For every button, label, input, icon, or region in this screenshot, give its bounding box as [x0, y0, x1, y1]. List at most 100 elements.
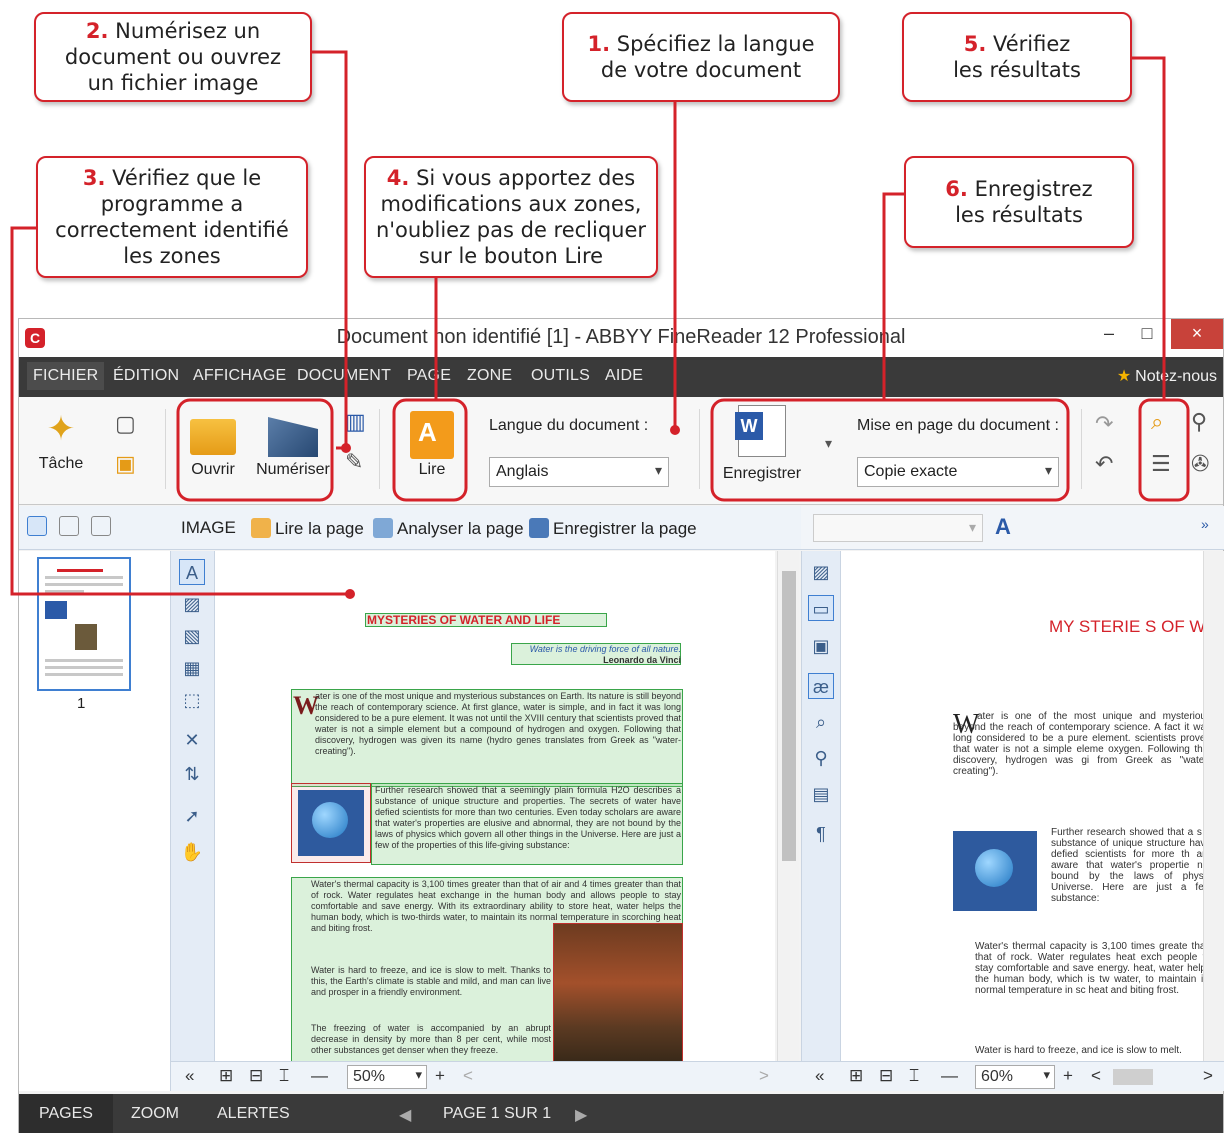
verify-icon[interactable]: ⌕: [808, 709, 834, 735]
scroll-right-button[interactable]: >: [759, 1066, 769, 1086]
page-thumbnail[interactable]: [37, 557, 131, 691]
maximize-button[interactable]: □: [1125, 319, 1169, 349]
menu-affichage[interactable]: AFFICHAGE: [193, 367, 286, 385]
horizontal-scroll-thumb[interactable]: [1113, 1069, 1153, 1085]
menu-zone[interactable]: ZONE: [467, 367, 512, 385]
barcode-zone-tool-icon[interactable]: ⬚: [179, 687, 205, 713]
open-button[interactable]: Ouvrir: [183, 413, 243, 479]
edit-image-icon[interactable]: ✎: [345, 449, 363, 475]
zoom-select[interactable]: 50% ▾: [347, 1065, 427, 1089]
callout-number: 3.: [82, 166, 106, 190]
fit-width-icon[interactable]: ⊟: [879, 1066, 893, 1086]
scroll-left-button[interactable]: <: [1091, 1066, 1101, 1086]
pointer-icon[interactable]: ➚: [179, 803, 205, 829]
scan-label: Numériser: [256, 461, 330, 478]
callout-text: Numérisez un: [115, 19, 261, 43]
scanner-settings-icon[interactable]: ▥: [345, 409, 366, 435]
layout-select[interactable]: Copie exacte ▾: [857, 457, 1059, 487]
image-view[interactable]: MYSTERIES OF WATER AND LIFE Water is the…: [215, 551, 775, 1061]
image-toolbar: IMAGE Lire la page Analyser la page Enre…: [19, 506, 801, 550]
language-select[interactable]: Anglais ▾: [489, 457, 669, 487]
waterfall-image[interactable]: [553, 923, 683, 1061]
text-scrollbar[interactable]: [1203, 551, 1224, 1061]
fit-height-icon[interactable]: ⌶: [909, 1066, 919, 1086]
close-button[interactable]: ×: [1171, 319, 1223, 349]
tab-pages[interactable]: PAGES: [19, 1094, 113, 1133]
menu-aide[interactable]: AIDE: [605, 367, 643, 385]
callout-text: un fichier image: [87, 71, 259, 95]
zoom-out-button[interactable]: —: [941, 1066, 958, 1086]
collapse-up-icon[interactable]: «: [815, 1066, 824, 1086]
bg-picture-tool-icon[interactable]: ▧: [179, 623, 205, 649]
zoom-select[interactable]: 60% ▾: [975, 1065, 1055, 1089]
details-view-icon[interactable]: [59, 516, 83, 537]
verify-results-icon[interactable]: ⌕: [1151, 409, 1163, 435]
save-options-dropdown[interactable]: ▾: [825, 435, 832, 452]
new-document-icon[interactable]: ▢: [115, 411, 136, 437]
menu-outils[interactable]: OUTILS: [531, 367, 590, 385]
redo-icon[interactable]: ↷: [1095, 411, 1113, 437]
document-title: MYSTERIES OF WATER AND LIFE: [367, 613, 561, 627]
fit-page-icon[interactable]: ⊞: [219, 1066, 233, 1086]
pilcrow-icon[interactable]: ¶: [808, 821, 834, 847]
picture-zone[interactable]: [291, 783, 371, 863]
next-page-button[interactable]: ▶: [575, 1105, 587, 1125]
page-icon[interactable]: ▭: [808, 595, 834, 621]
fit-page-icon[interactable]: ⊞: [849, 1066, 863, 1086]
open-document-icon[interactable]: ▣: [115, 451, 136, 477]
spell-check-icon[interactable]: A: [995, 514, 1011, 540]
menu-edition[interactable]: ÉDITION: [113, 367, 179, 385]
zoom-out-button[interactable]: —: [311, 1066, 328, 1086]
fit-width-icon[interactable]: ⊟: [249, 1066, 263, 1086]
callout-text: Vérifiez que le: [112, 166, 262, 190]
read-button[interactable]: A Lire: [401, 409, 463, 479]
undo-icon[interactable]: ↶: [1095, 451, 1113, 477]
order-zones-tool-icon[interactable]: ⇅: [179, 761, 205, 787]
picture-zone-tool-icon[interactable]: ▨: [179, 591, 205, 617]
save-page-button[interactable]: Enregistrer la page: [529, 518, 697, 539]
save-results-icon[interactable]: ☰: [1151, 451, 1171, 477]
image-scrollbar[interactable]: [777, 551, 799, 1061]
picture-icon[interactable]: ▨: [808, 559, 834, 585]
tab-zoom[interactable]: ZOOM: [131, 1105, 179, 1123]
callout-number: 2.: [85, 19, 109, 43]
zoom-in-button[interactable]: +: [1063, 1066, 1073, 1086]
thumbnails-view-icon[interactable]: [27, 516, 51, 537]
zoom-in-button[interactable]: +: [435, 1066, 445, 1086]
table-zone-tool-icon[interactable]: ▦: [179, 655, 205, 681]
page-properties-icon[interactable]: [91, 516, 115, 537]
find-icon[interactable]: ⚲: [1191, 409, 1207, 435]
menu-document[interactable]: DOCUMENT: [297, 367, 391, 385]
previous-page-button[interactable]: ◀: [399, 1105, 411, 1125]
wrench-icon[interactable]: ✇: [1191, 451, 1209, 477]
hand-icon[interactable]: ✋: [179, 839, 205, 865]
zoom-value: 50%: [353, 1068, 386, 1085]
next-error-icon[interactable]: ⚲: [808, 745, 834, 771]
text-view[interactable]: MY STERIE S OF WATI W ater is one of the…: [841, 551, 1211, 1061]
scan-button[interactable]: Numériser: [253, 413, 333, 479]
folder-icon: [183, 413, 243, 461]
scroll-left-button[interactable]: <: [463, 1066, 473, 1086]
page-indicator: PAGE 1 SUR 1: [443, 1105, 552, 1122]
rate-us-button[interactable]: ★ Notez-nous: [1117, 366, 1217, 386]
analyze-page-button[interactable]: Analyser la page: [373, 518, 524, 539]
format-icon[interactable]: ▤: [808, 781, 834, 807]
collapse-up-icon[interactable]: «: [185, 1066, 194, 1086]
expand-icon[interactable]: »: [1201, 516, 1209, 532]
style-select[interactable]: ▾: [813, 514, 983, 542]
callout-text: modifications aux zones,: [380, 192, 642, 216]
tab-alerts[interactable]: ALERTES: [217, 1105, 290, 1123]
task-button[interactable]: ✦ Tâche: [35, 409, 87, 473]
text-zone-tool-icon[interactable]: A: [179, 559, 205, 585]
scroll-right-button[interactable]: >: [1203, 1066, 1213, 1086]
delete-zone-tool-icon[interactable]: ✕: [179, 727, 205, 753]
image-tools-bar: A ▨ ▧ ▦ ⬚ ✕ ⇅ ➚ ✋: [171, 551, 215, 1091]
reading-icon[interactable]: ▣: [808, 633, 834, 659]
scanner-icon: [253, 413, 333, 461]
menu-fichier[interactable]: FICHIER: [27, 362, 105, 390]
menu-page[interactable]: PAGE: [407, 367, 451, 385]
read-page-button[interactable]: Lire la page: [251, 518, 364, 539]
save-button[interactable]: W Enregistrer: [717, 405, 807, 483]
fit-height-icon[interactable]: ⌶: [279, 1066, 289, 1086]
uncertain-chars-icon[interactable]: æ: [808, 673, 834, 699]
